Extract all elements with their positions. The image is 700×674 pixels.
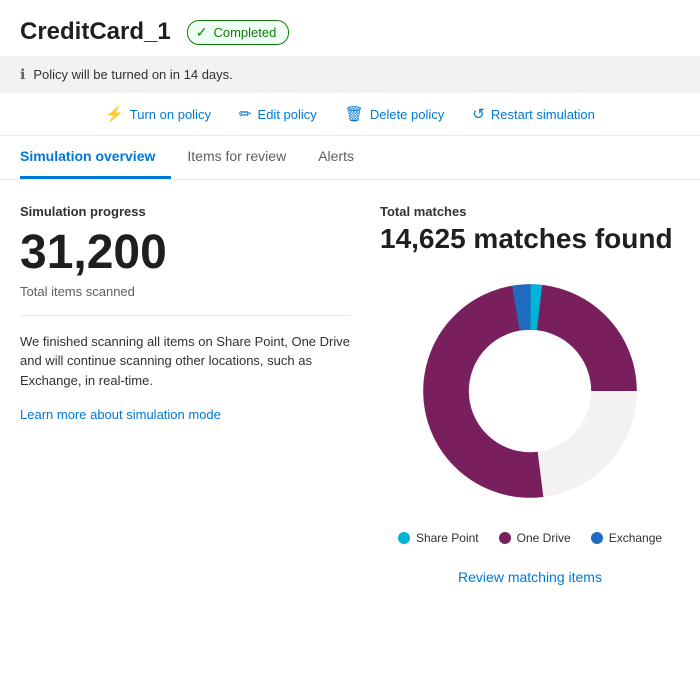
- donut-chart: [410, 271, 650, 511]
- donut-hole: [470, 331, 590, 451]
- legend-exchange: Exchange: [591, 531, 662, 545]
- divider: [20, 315, 350, 316]
- one-drive-legend-label: One Drive: [517, 531, 571, 545]
- exchange-dot: [591, 532, 603, 544]
- total-items-sub-label: Total items scanned: [20, 284, 350, 299]
- tab-alerts[interactable]: Alerts: [302, 136, 370, 179]
- chart-legend: Share Point One Drive Exchange: [398, 531, 662, 545]
- status-badge: ✓ Completed: [187, 20, 290, 45]
- share-point-legend-label: Share Point: [416, 531, 479, 545]
- turn-on-policy-button[interactable]: ⚡ Turn on policy: [105, 105, 211, 123]
- restart-simulation-label: Restart simulation: [491, 107, 595, 122]
- legend-share-point: Share Point: [398, 531, 479, 545]
- toolbar: ⚡ Turn on policy ✏ Edit policy 🗑 Delete …: [0, 93, 700, 136]
- right-panel: Total matches 14,625 matches found: [380, 204, 680, 585]
- one-drive-dot: [499, 532, 511, 544]
- total-matches-label: Total matches: [380, 204, 466, 219]
- delete-policy-label: Delete policy: [370, 107, 444, 122]
- tab-items-for-review[interactable]: Items for review: [171, 136, 302, 179]
- delete-policy-button[interactable]: 🗑 Delete policy: [345, 105, 444, 123]
- status-label: Completed: [213, 25, 276, 40]
- edit-policy-button[interactable]: ✏ Edit policy: [239, 105, 317, 123]
- refresh-icon: ↺: [472, 105, 485, 123]
- total-items-number: 31,200: [20, 227, 350, 280]
- review-matching-items-link[interactable]: Review matching items: [458, 569, 602, 585]
- tabs-container: Simulation overview Items for review Ale…: [0, 136, 700, 180]
- simulation-progress-label: Simulation progress: [20, 204, 350, 219]
- policy-banner-text: Policy will be turned on in 14 days.: [33, 67, 232, 82]
- edit-policy-label: Edit policy: [258, 107, 317, 122]
- exchange-legend-label: Exchange: [609, 531, 662, 545]
- main-content: Simulation progress 31,200 Total items s…: [0, 180, 700, 609]
- page-header: CreditCard_1 ✓ Completed: [0, 0, 700, 56]
- left-panel: Simulation progress 31,200 Total items s…: [20, 204, 380, 585]
- check-icon: ✓: [196, 24, 208, 41]
- page-title: CreditCard_1: [20, 18, 171, 46]
- restart-simulation-button[interactable]: ↺ Restart simulation: [472, 105, 595, 123]
- matches-number: 14,625 matches found: [380, 223, 673, 255]
- policy-banner: ℹ Policy will be turned on in 14 days.: [0, 56, 700, 93]
- donut-svg: [410, 271, 650, 511]
- tab-simulation-overview[interactable]: Simulation overview: [20, 136, 171, 179]
- share-point-dot: [398, 532, 410, 544]
- info-icon: ℹ: [20, 66, 25, 83]
- edit-icon: ✏: [239, 105, 252, 123]
- turn-on-policy-label: Turn on policy: [130, 107, 211, 122]
- legend-one-drive: One Drive: [499, 531, 571, 545]
- lightning-icon: ⚡: [105, 105, 124, 123]
- trash-icon: 🗑: [345, 105, 364, 123]
- learn-more-link[interactable]: Learn more about simulation mode: [20, 407, 221, 422]
- description-text: We finished scanning all items on Share …: [20, 332, 350, 391]
